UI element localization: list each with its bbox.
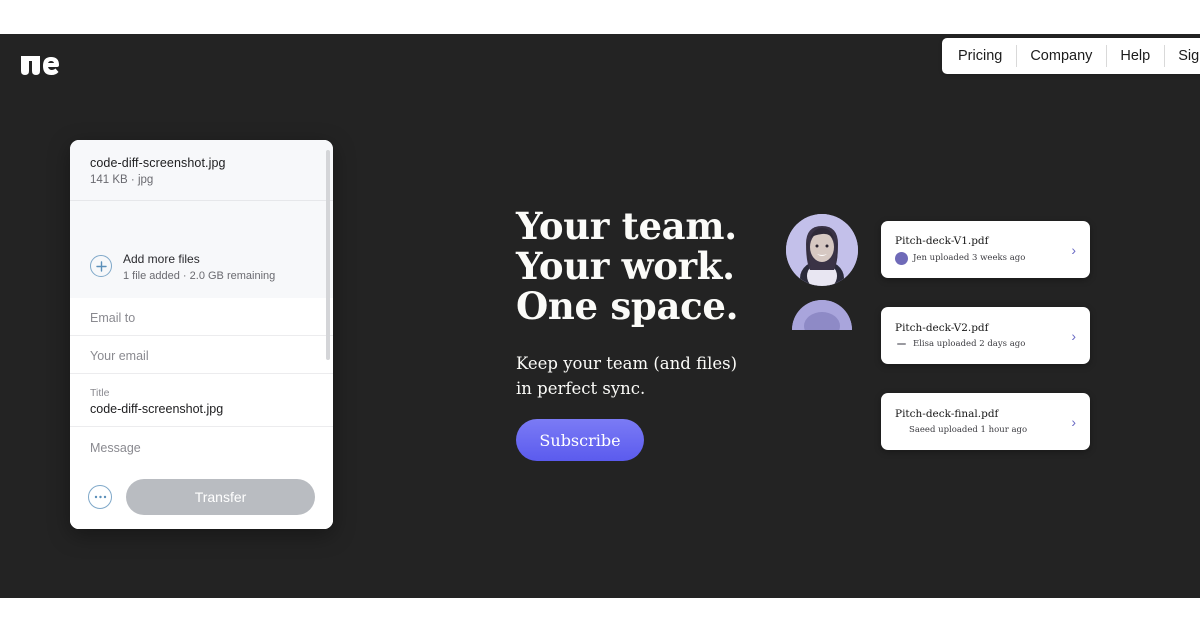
message-placeholder: Message — [90, 441, 141, 455]
chevron-right-icon[interactable]: › — [1071, 415, 1076, 429]
email-to-field[interactable]: Email to — [70, 298, 333, 336]
we-logo[interactable] — [20, 52, 60, 78]
file-card-subtitle: Jen uploaded 3 weeks ago — [913, 253, 1026, 263]
upload-panel: code-diff-screenshot.jpg 141 KB · jpg Ad… — [70, 140, 333, 529]
avatar — [786, 214, 858, 286]
your-email-field[interactable]: Your email — [70, 336, 333, 374]
add-more-files-button[interactable]: Add more files 1 file added · 2.0 GB rem… — [70, 250, 333, 298]
file-list-area: code-diff-screenshot.jpg 141 KB · jpg Ad… — [70, 140, 333, 298]
file-card-meta: Elisa uploaded 2 days ago — [895, 339, 1065, 349]
plus-circle-icon — [90, 255, 112, 277]
file-entry[interactable]: code-diff-screenshot.jpg 141 KB · jpg — [70, 140, 333, 196]
title-field[interactable]: Title code-diff-screenshot.jpg — [70, 374, 333, 427]
subscribe-button[interactable]: Subscribe — [516, 419, 644, 461]
headline-line-2: Your work. — [516, 244, 735, 288]
page-subheadline: Keep your team (and files) in perfect sy… — [516, 351, 737, 401]
message-field[interactable]: Message — [70, 427, 333, 461]
transfer-button[interactable]: Transfer — [126, 479, 315, 515]
nav-label: Company — [1030, 48, 1093, 64]
nav-item-pricing[interactable]: Pricing — [944, 38, 1016, 74]
file-card-body: Pitch-deck-final.pdf Saeed uploaded 1 ho… — [895, 408, 1065, 435]
headline-line-1: Your team. — [516, 204, 737, 248]
file-card-subtitle: Elisa uploaded 2 days ago — [913, 339, 1026, 349]
page-root: Pricing Company Help Sign up code-diff-s… — [0, 0, 1200, 630]
top-navigation: Pricing Company Help Sign up — [942, 38, 1200, 74]
nav-label: Pricing — [958, 48, 1003, 64]
uploader-avatar — [897, 343, 906, 345]
title-label: Title — [90, 387, 110, 399]
headline-line-3: One space. — [516, 284, 739, 328]
add-more-title: Add more files — [123, 252, 200, 266]
panel-footer: Transfer — [70, 469, 333, 529]
file-card[interactable]: Pitch-deck-V2.pdf Elisa uploaded 2 days … — [881, 307, 1090, 364]
nav-label: Sign up — [1178, 48, 1200, 64]
file-card-subtitle: Saeed uploaded 1 hour ago — [909, 425, 1028, 435]
file-card-title: Pitch-deck-V1.pdf — [895, 234, 989, 247]
file-card-meta: Saeed uploaded 1 hour ago — [895, 425, 1065, 435]
uploader-avatar — [895, 251, 908, 265]
panel-scrollbar-thumb[interactable] — [326, 150, 330, 360]
file-card-body: Pitch-deck-V1.pdf Jen uploaded 3 weeks a… — [895, 235, 1065, 265]
page-headline: Your team. Your work. One space. — [516, 206, 738, 326]
ellipsis-circle-icon[interactable] — [88, 485, 112, 509]
file-card-title: Pitch-deck-V2.pdf — [895, 322, 989, 334]
file-card-meta: Jen uploaded 3 weeks ago — [895, 251, 1065, 265]
subhead-line-2: in perfect sync. — [516, 379, 646, 398]
nav-label: Help — [1120, 48, 1151, 64]
file-card[interactable]: Pitch-deck-V1.pdf Jen uploaded 3 weeks a… — [881, 221, 1090, 278]
chevron-right-icon[interactable]: › — [1071, 243, 1076, 257]
file-card-body: Pitch-deck-V2.pdf Elisa uploaded 2 days … — [895, 322, 1065, 349]
title-value: code-diff-screenshot.jpg — [90, 402, 224, 416]
file-meta: 141 KB · jpg — [90, 174, 154, 186]
nav-item-company[interactable]: Company — [1016, 38, 1106, 74]
file-card[interactable]: Pitch-deck-final.pdf Saeed uploaded 1 ho… — [881, 393, 1090, 450]
chevron-right-icon[interactable]: › — [1071, 329, 1076, 343]
your-email-placeholder: Your email — [90, 349, 149, 363]
subhead-line-1: Keep your team (and files) — [516, 354, 738, 373]
file-name: code-diff-screenshot.jpg — [90, 156, 226, 170]
email-to-placeholder: Email to — [90, 311, 136, 325]
file-list-spacer — [70, 201, 333, 250]
nav-item-sign-up[interactable]: Sign up — [1164, 38, 1200, 74]
transfer-form: Email to Your email Title code-diff-scre… — [70, 298, 333, 529]
add-more-status: 1 file added · 2.0 GB remaining — [123, 270, 276, 282]
file-card-title: Pitch-deck-final.pdf — [895, 408, 999, 420]
nav-item-help[interactable]: Help — [1106, 38, 1164, 74]
add-more-text: Add more files 1 file added · 2.0 GB rem… — [123, 250, 275, 282]
file-card-list: Pitch-deck-V1.pdf Jen uploaded 3 weeks a… — [881, 221, 1090, 479]
